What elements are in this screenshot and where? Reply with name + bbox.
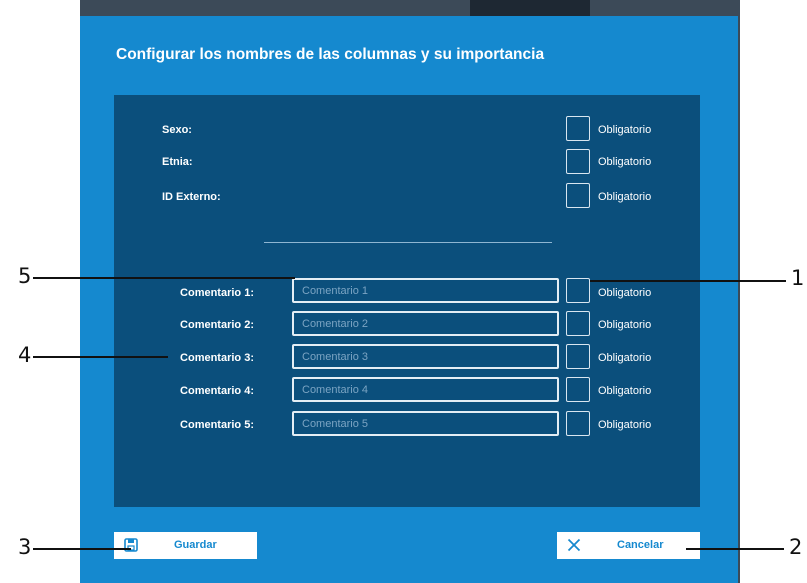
required-checkbox-etnia[interactable] [566, 149, 590, 174]
required-checkbox-id-externo[interactable] [566, 183, 590, 208]
required-checkbox-comentario-5[interactable] [566, 411, 590, 436]
required-label-comentario-2: Obligatorio [598, 319, 652, 331]
callout-5-line [33, 277, 295, 279]
field-label-id-externo: ID Externo: [162, 191, 221, 203]
field-label-comentario-2: Comentario 2: [180, 319, 254, 331]
required-label-etnia: Obligatorio [598, 156, 652, 168]
cancel-button-label: Cancelar [617, 539, 664, 551]
dialog-title: Configurar los nombres de las columnas y… [116, 46, 545, 63]
required-label-comentario-3: Obligatorio [598, 352, 652, 364]
callout-2-line [686, 548, 784, 550]
field-label-comentario-5: Comentario 5: [180, 419, 254, 431]
field-label-comentario-3: Comentario 3: [180, 352, 254, 364]
callout-1-line [590, 280, 786, 282]
close-icon [567, 538, 581, 552]
callout-4-line [33, 356, 168, 358]
comentario-3-input[interactable] [292, 344, 559, 369]
comentario-2-input[interactable] [292, 311, 559, 336]
callout-3: 3 [18, 535, 32, 559]
comentario-1-input[interactable] [292, 278, 559, 303]
save-button[interactable]: Guardar [114, 532, 257, 559]
floppy-disk-icon [124, 538, 138, 552]
callout-1: 1 [791, 266, 805, 290]
callout-3-line [33, 548, 131, 550]
cancel-button[interactable]: Cancelar [557, 532, 700, 559]
required-label-comentario-1: Obligatorio [598, 287, 652, 299]
field-label-comentario-1: Comentario 1: [180, 287, 254, 299]
required-checkbox-sexo[interactable] [566, 116, 590, 141]
required-checkbox-comentario-4[interactable] [566, 377, 590, 402]
field-label-etnia: Etnia: [162, 156, 193, 168]
field-label-sexo: Sexo: [162, 124, 192, 136]
required-label-id-externo: Obligatorio [598, 191, 652, 203]
field-label-comentario-4: Comentario 4: [180, 385, 254, 397]
required-label-comentario-4: Obligatorio [598, 385, 652, 397]
callout-2: 2 [789, 535, 803, 559]
column-config-dialog: Configurar los nombres de las columnas y… [80, 16, 738, 583]
comentario-5-input[interactable] [292, 411, 559, 436]
required-checkbox-comentario-3[interactable] [566, 344, 590, 369]
required-label-comentario-5: Obligatorio [598, 419, 652, 431]
save-button-label: Guardar [174, 539, 217, 551]
required-checkbox-comentario-2[interactable] [566, 311, 590, 336]
comentario-4-input[interactable] [292, 377, 559, 402]
callout-4: 4 [18, 343, 32, 367]
callout-5: 5 [18, 264, 32, 288]
fields-panel: Sexo: Obligatorio Etnia: Obligatorio ID … [114, 95, 700, 507]
section-divider [264, 242, 552, 243]
required-label-sexo: Obligatorio [598, 124, 652, 136]
required-checkbox-comentario-1[interactable] [566, 278, 590, 303]
